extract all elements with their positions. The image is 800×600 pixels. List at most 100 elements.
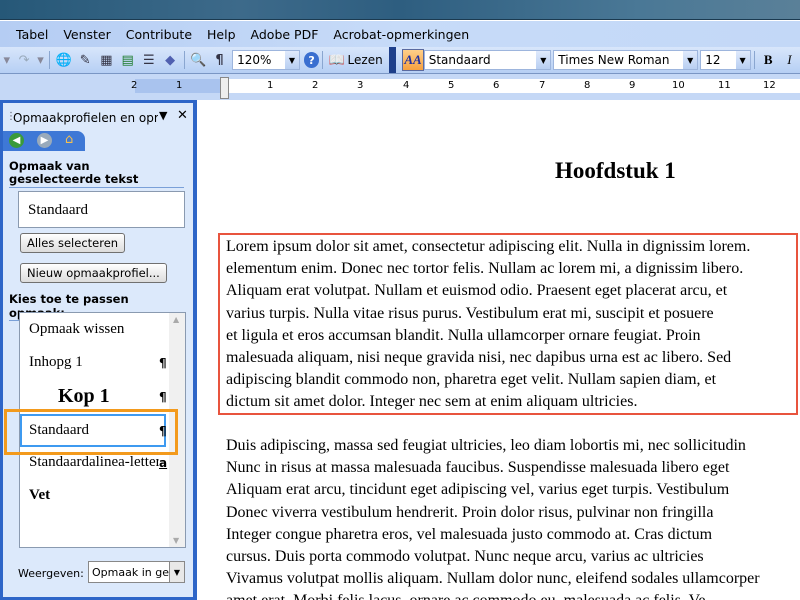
ruler-label: 11 [718,80,731,91]
pane-title: Opmaakprofielen en opmaak [13,111,158,125]
columns-icon[interactable]: ☰ [138,49,159,71]
help-icon[interactable]: ? [303,52,320,68]
redo-dropdown-icon[interactable]: ▾ [35,49,47,71]
separator [49,51,51,69]
ruler-label: 6 [493,80,500,91]
read-icon: 📖 [328,52,345,68]
styles-task-pane: ⋮ Opmaakprofielen en opmaak ▼ ✕ ◀ ▶ ⌂ Op… [0,100,197,600]
window-title-bar [0,0,800,20]
current-style-box[interactable]: Standaard [18,191,185,228]
text-line: adipiscing blandit commodo non, pharetra… [226,371,717,389]
select-all-button[interactable]: Alles selecteren [20,233,126,253]
redo-icon[interactable]: ↷ [14,49,35,71]
read-button[interactable]: Lezen [348,53,383,67]
text-line: Integer congue pharetra eros, vel malesu… [226,525,713,543]
undo-dropdown-icon[interactable]: ▾ [0,49,14,71]
paragraph-mark-icon: ¶ [159,424,167,438]
ruler-label: 8 [584,80,591,91]
text-line: amet erat. Morbi felis lacus, ornare ac … [226,592,706,600]
zoom-value: 120% [237,53,272,67]
text-line: Duis adipiscing, massa sed feugiat ultri… [226,437,746,454]
insert-excel-icon[interactable]: ▤ [117,49,138,71]
ruler-label: 9 [629,80,636,91]
style-item-inhopg-1[interactable]: Inhopg 1 [29,354,83,371]
text-line: Nunc in risus at massa malesuada faucibu… [226,459,730,477]
tables-borders-icon[interactable]: ✎ [75,49,96,71]
style-item-standaardalinea[interactable]: Standaardalinea-lettertype [29,454,159,471]
chevron-down-icon: ▼ [735,51,750,69]
paragraph-mark-icon: ¶ [159,356,167,370]
menu-help[interactable]: Help [207,27,236,42]
font-size-select[interactable]: 12 ▼ [700,50,751,70]
ruler-label: 7 [539,80,546,91]
pane-nav-bar: ◀ ▶ ⌂ [3,131,85,151]
text-line: Vivamus volutpat mollis aliquam. Nullam … [226,570,760,588]
pane-menu-icon[interactable]: ▼ [159,109,167,122]
ruler-strip [135,79,800,93]
drawing-icon[interactable]: ◆ [159,49,180,71]
bold-button[interactable]: B [758,49,779,71]
document-page[interactable]: Hoofdstuk 1 Lorem ipsum dolor sit amet, … [197,100,800,600]
close-icon[interactable]: ✕ [177,108,188,123]
show-select[interactable]: Opmaak in gebruik▼ [88,561,185,583]
toolbar-options-icon[interactable] [388,47,397,73]
font-size-value: 12 [705,53,721,67]
ruler-label: 10 [672,80,685,91]
document-heading: Hoofdstuk 1 [555,158,676,183]
menu-venster[interactable]: Venster [63,27,110,42]
current-style-value: Standaard [28,202,88,218]
separator [322,51,324,69]
styles-formatting-icon[interactable]: AA [402,49,424,71]
style-item-kop-1[interactable]: Kop 1 [58,385,110,408]
text-line: cursus. Duis porta commodo volutpat. Nun… [226,548,704,565]
text-line: Aliquam erat arcu, tincidunt eget adipis… [226,481,730,499]
hyperlink-icon[interactable]: 🌐 [53,49,74,71]
chevron-down-icon: ▼ [169,562,184,582]
scroll-up-icon[interactable]: ▲ [173,315,179,324]
scroll-down-icon[interactable]: ▼ [173,536,179,545]
separator [183,51,185,69]
menu-adobe-pdf[interactable]: Adobe PDF [251,27,319,42]
style-select[interactable]: Standaard ▼ [423,50,552,70]
chevron-down-icon: ▼ [683,51,698,69]
style-value: Standaard [428,53,491,67]
italic-button[interactable]: I [779,49,800,71]
menu-tabel[interactable]: Tabel [16,27,48,42]
show-label: Weergeven: [18,567,84,580]
ruler-label: 3 [357,80,364,91]
ruler-label: 1 [267,80,274,91]
text-line: elementum enim. Donec nec tortor felis. … [226,260,744,278]
ruler-label: 2 [131,80,138,91]
style-item-vet[interactable]: Vet [29,487,50,504]
show-formatting-icon[interactable]: ¶ [209,49,230,71]
new-style-button[interactable]: Nieuw opmaakprofiel... [20,263,167,283]
character-style-icon: a [159,456,168,470]
insert-table-icon[interactable]: ▦ [96,49,117,71]
chevron-down-icon: ▼ [284,51,299,69]
text-line: Donec viverra vestibulum hendrerit. Proi… [226,503,714,521]
ruler-label: 12 [763,80,776,91]
style-item-standaard[interactable]: Standaard [29,422,89,439]
text-line: varius turpis. Nulla vitae risus purus. … [226,304,714,322]
paragraph-mark-icon: ¶ [159,390,167,404]
ruler[interactable]: 2 1 1 2 3 4 5 6 7 8 9 10 11 12 [0,74,800,100]
ruler-label: 5 [448,80,455,91]
ruler-label: 4 [403,80,410,91]
document-map-icon[interactable]: 🔍 [188,49,209,71]
menu-acrobat-opmerkingen[interactable]: Acrobat-opmerkingen [333,27,469,42]
text-line: et ligula et eros accumsan blandit. Null… [226,326,701,344]
style-item-clear[interactable]: Opmaak wissen [29,321,124,338]
zoom-select[interactable]: 120% ▼ [232,50,300,70]
separator [753,51,755,69]
text-line: malesuada aliquam, nisi neque gravida ni… [226,349,732,366]
menu-contribute[interactable]: Contribute [126,27,192,42]
task-pane-body: ⋮ Opmaakprofielen en opmaak ▼ ✕ ◀ ▶ ⌂ Op… [3,103,193,597]
font-select[interactable]: Times New Roman ▼ [553,50,699,70]
chevron-down-icon: ▼ [536,51,551,69]
indent-marker[interactable] [220,77,229,99]
forward-icon[interactable]: ▶ [37,133,52,148]
home-icon[interactable]: ⌂ [65,132,73,147]
menu-bar: Tabel Venster Contribute Help Adobe PDF … [0,21,800,47]
text-line: Lorem ipsum dolor sit amet, consectetur … [226,238,751,255]
back-icon[interactable]: ◀ [9,133,24,148]
